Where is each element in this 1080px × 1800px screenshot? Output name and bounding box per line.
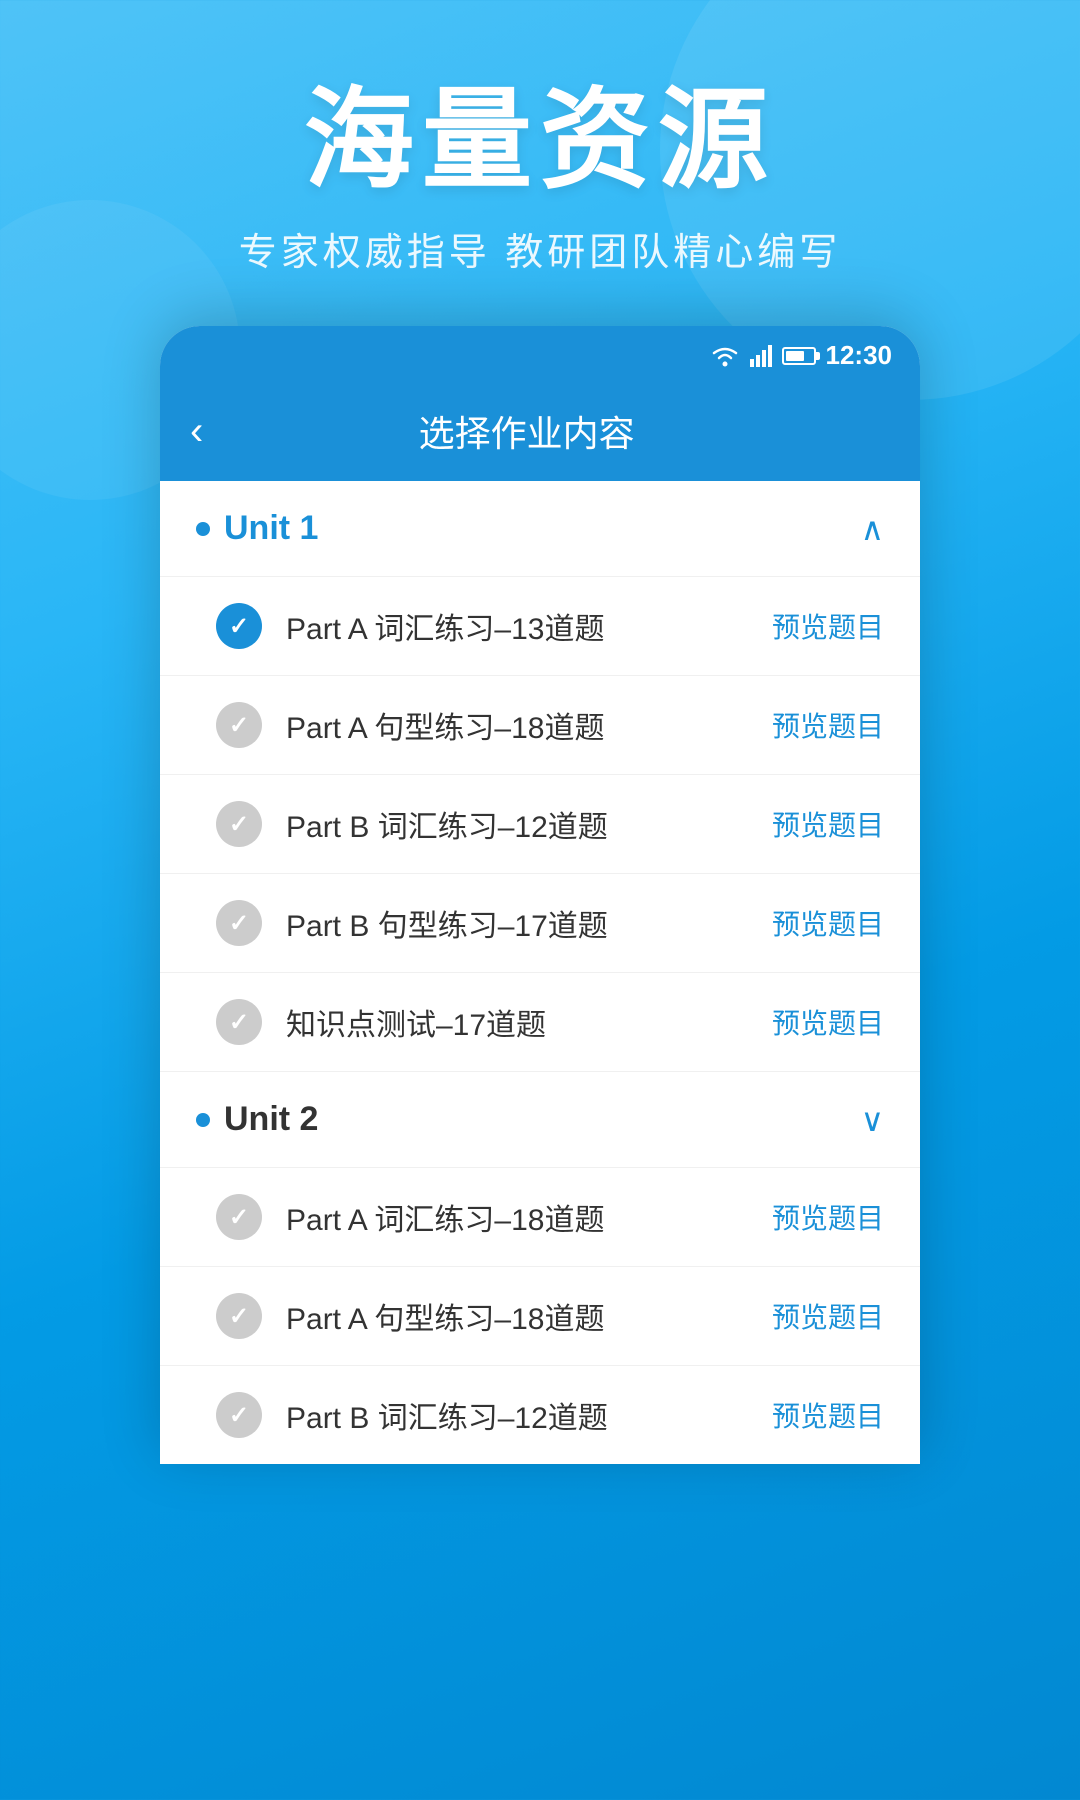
check-mark-icon: ✓ <box>229 1302 249 1331</box>
item-label: Part B 词汇练习–12道题 <box>286 1393 772 1437</box>
check-mark-icon: ✓ <box>229 1401 249 1430</box>
unit-2-header-left: Unit 2 <box>196 1100 318 1139</box>
check-circle-active[interactable]: ✓ <box>216 603 262 649</box>
list-item: ✓ Part B 词汇练习–12道题 预览题目 <box>160 775 920 874</box>
list-item: ✓ Part A 句型练习–18道题 预览题目 <box>160 676 920 775</box>
unit-2-chevron-down-icon[interactable]: ∨ <box>861 1101 884 1139</box>
battery-icon <box>782 347 816 365</box>
item-label: Part A 词汇练习–18道题 <box>286 1195 772 1239</box>
check-circle-inactive[interactable]: ✓ <box>216 900 262 946</box>
list-item: ✓ Part A 词汇练习–13道题 预览题目 <box>160 577 920 676</box>
check-circle-inactive[interactable]: ✓ <box>216 1293 262 1339</box>
list-item: ✓ Part A 词汇练习–18道题 预览题目 <box>160 1168 920 1267</box>
page-title: 选择作业内容 <box>223 405 830 457</box>
preview-link[interactable]: 预览题目 <box>772 903 884 943</box>
check-circle-inactive[interactable]: ✓ <box>216 999 262 1045</box>
preview-link[interactable]: 预览题目 <box>772 1197 884 1237</box>
preview-link[interactable]: 预览题目 <box>772 804 884 844</box>
preview-link[interactable]: 预览题目 <box>772 705 884 745</box>
wifi-icon <box>710 345 740 367</box>
check-circle-inactive[interactable]: ✓ <box>216 801 262 847</box>
hero-section: 海量资源 专家权威指导 教研团队精心编写 <box>0 0 1080 276</box>
status-icons: 12:30 <box>710 340 893 371</box>
check-mark-icon: ✓ <box>229 711 249 740</box>
signal-icon <box>750 345 772 367</box>
status-bar: 12:30 <box>160 326 920 385</box>
unit-2-header[interactable]: Unit 2 ∨ <box>160 1072 920 1168</box>
check-circle-inactive[interactable]: ✓ <box>216 1392 262 1438</box>
check-mark-icon: ✓ <box>229 909 249 938</box>
content-list: Unit 1 ∧ ✓ Part A 词汇练习–13道题 预览题目 ✓ Part … <box>160 481 920 1464</box>
unit-1-label: Unit 1 <box>224 509 318 548</box>
hero-subtitle: 专家权威指导 教研团队精心编写 <box>0 221 1080 276</box>
phone-mockup: 12:30 ‹ 选择作业内容 Unit 1 ∧ ✓ Part A 词汇练习–13… <box>160 326 920 1464</box>
item-label: Part A 词汇练习–13道题 <box>286 604 772 648</box>
check-circle-inactive[interactable]: ✓ <box>216 702 262 748</box>
check-mark-icon: ✓ <box>229 810 249 839</box>
check-mark-icon: ✓ <box>229 612 249 641</box>
status-time: 12:30 <box>826 340 893 371</box>
battery-fill <box>786 351 804 361</box>
unit-1-chevron-up-icon[interactable]: ∧ <box>861 510 884 548</box>
check-circle-inactive[interactable]: ✓ <box>216 1194 262 1240</box>
list-item: ✓ 知识点测试–17道题 预览题目 <box>160 973 920 1072</box>
unit-1-header-left: Unit 1 <box>196 509 318 548</box>
list-item: ✓ Part B 句型练习–17道题 预览题目 <box>160 874 920 973</box>
hero-title: 海量资源 <box>0 80 1080 201</box>
item-label: Part B 句型练习–17道题 <box>286 901 772 945</box>
item-label: Part A 句型练习–18道题 <box>286 703 772 747</box>
check-mark-icon: ✓ <box>229 1008 249 1037</box>
preview-link[interactable]: 预览题目 <box>772 1395 884 1435</box>
list-item: ✓ Part A 句型练习–18道题 预览题目 <box>160 1267 920 1366</box>
preview-link[interactable]: 预览题目 <box>772 1002 884 1042</box>
item-label: Part B 词汇练习–12道题 <box>286 802 772 846</box>
unit-1-dot <box>196 522 210 536</box>
check-mark-icon: ✓ <box>229 1203 249 1232</box>
list-item: ✓ Part B 词汇练习–12道题 预览题目 <box>160 1366 920 1464</box>
preview-link[interactable]: 预览题目 <box>772 606 884 646</box>
item-label: 知识点测试–17道题 <box>286 1000 772 1044</box>
back-button[interactable]: ‹ <box>190 411 203 451</box>
app-header: ‹ 选择作业内容 <box>160 385 920 481</box>
unit-2-label: Unit 2 <box>224 1100 318 1139</box>
preview-link[interactable]: 预览题目 <box>772 1296 884 1336</box>
unit-2-dot <box>196 1113 210 1127</box>
item-label: Part A 句型练习–18道题 <box>286 1294 772 1338</box>
unit-1-header[interactable]: Unit 1 ∧ <box>160 481 920 577</box>
